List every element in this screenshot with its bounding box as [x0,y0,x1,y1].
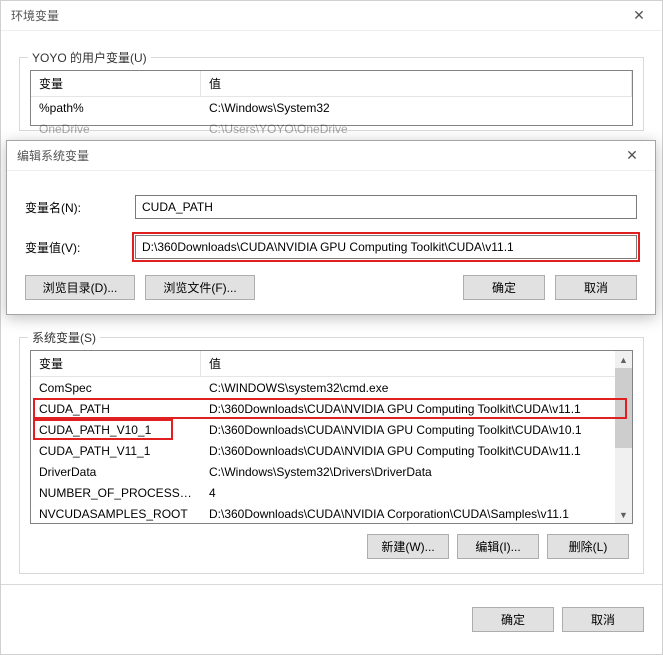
sys-r2-val: D:\360Downloads\CUDA\NVIDIA GPU Computin… [201,421,615,439]
sys-r5-name: NUMBER_OF_PROCESSORS [31,484,201,502]
sys-r0-val: C:\WINDOWS\system32\cmd.exe [201,379,615,397]
user-vars-legend: YOYO 的用户变量(U) [28,49,151,66]
delete-button[interactable]: 删除(L) [547,534,629,559]
scrollbar-thumb[interactable] [615,368,632,448]
user-row1-name: OneDrive [31,120,201,138]
sys-r2-name: CUDA_PATH_V10_1 [31,421,201,439]
edit-cancel-button[interactable]: 取消 [555,275,637,300]
table-row[interactable]: NVCUDASAMPLES_ROOT D:\360Downloads\CUDA\… [31,503,615,524]
env-vars-dialog: 环境变量 ✕ YOYO 的用户变量(U) 变量 值 %path% C:\Wind… [0,0,663,655]
scroll-up-icon[interactable]: ▲ [615,351,632,368]
sys-r5-val: 4 [201,484,615,502]
browse-dir-button[interactable]: 浏览目录(D)... [25,275,135,300]
sys-vars-group: 系统变量(S) 变量 值 ComSpec C:\WINDOWS\system32… [19,337,644,574]
sys-col-value[interactable]: 值 [201,351,632,376]
table-row[interactable]: %path% C:\Windows\System32 [31,97,632,118]
sys-r4-val: C:\Windows\System32\Drivers\DriverData [201,463,615,481]
user-row0-val: C:\Windows\System32 [201,99,632,117]
sys-vars-legend: 系统变量(S) [28,329,100,346]
sys-vars-list[interactable]: 变量 值 ComSpec C:\WINDOWS\system32\cmd.exe… [30,350,633,524]
edit-sysvar-dialog: 编辑系统变量 ✕ 变量名(N): 变量值(V): 浏览目录(D)... 浏览文件… [6,140,656,315]
table-row[interactable]: CUDA_PATH D:\360Downloads\CUDA\NVIDIA GP… [31,398,615,419]
var-name-input[interactable] [135,195,637,219]
sys-r6-val: D:\360Downloads\CUDA\NVIDIA Corporation\… [201,505,615,523]
divider [1,584,662,585]
edit-button[interactable]: 编辑(I)... [457,534,539,559]
sys-r6-name: NVCUDASAMPLES_ROOT [31,505,201,523]
var-value-label: 变量值(V): [25,239,135,256]
close-icon[interactable]: ✕ [624,1,654,31]
new-button[interactable]: 新建(W)... [367,534,449,559]
user-col-value[interactable]: 值 [201,71,632,96]
sys-r0-name: ComSpec [31,379,201,397]
table-row[interactable]: CUDA_PATH_V10_1 D:\360Downloads\CUDA\NVI… [31,419,615,440]
scroll-down-icon[interactable]: ▼ [615,506,632,523]
table-row[interactable]: CUDA_PATH_V11_1 D:\360Downloads\CUDA\NVI… [31,440,615,461]
edit-titlebar[interactable]: 编辑系统变量 ✕ [7,141,655,171]
sys-r3-name: CUDA_PATH_V11_1 [31,442,201,460]
sys-r1-val: D:\360Downloads\CUDA\NVIDIA GPU Computin… [201,400,615,418]
sys-r4-name: DriverData [31,463,201,481]
user-row0-name: %path% [31,99,201,117]
table-row[interactable]: NUMBER_OF_PROCESSORS 4 [31,482,615,503]
user-row1-val: C:\Users\YOYO\OneDrive [201,120,632,138]
table-row[interactable]: DriverData C:\Windows\System32\Drivers\D… [31,461,615,482]
browse-file-button[interactable]: 浏览文件(F)... [145,275,255,300]
user-vars-group: YOYO 的用户变量(U) 变量 值 %path% C:\Windows\Sys… [19,57,644,131]
ok-button[interactable]: 确定 [472,607,554,632]
edit-title: 编辑系统变量 [17,147,89,164]
table-row[interactable]: ComSpec C:\WINDOWS\system32\cmd.exe [31,377,615,398]
close-icon[interactable]: ✕ [617,141,647,171]
var-name-label: 变量名(N): [25,199,135,216]
user-vars-list[interactable]: 变量 值 %path% C:\Windows\System32 OneDrive… [30,70,633,126]
var-value-input[interactable] [135,235,637,259]
scrollbar[interactable]: ▲ ▼ [615,351,632,523]
edit-ok-button[interactable]: 确定 [463,275,545,300]
sys-r3-val: D:\360Downloads\CUDA\NVIDIA GPU Computin… [201,442,615,460]
user-col-name[interactable]: 变量 [31,71,201,96]
sys-col-name[interactable]: 变量 [31,351,201,376]
table-row[interactable]: OneDrive C:\Users\YOYO\OneDrive [31,118,632,139]
main-titlebar[interactable]: 环境变量 ✕ [1,1,662,31]
cancel-button[interactable]: 取消 [562,607,644,632]
main-title: 环境变量 [11,7,59,24]
sys-r1-name: CUDA_PATH [31,400,201,418]
